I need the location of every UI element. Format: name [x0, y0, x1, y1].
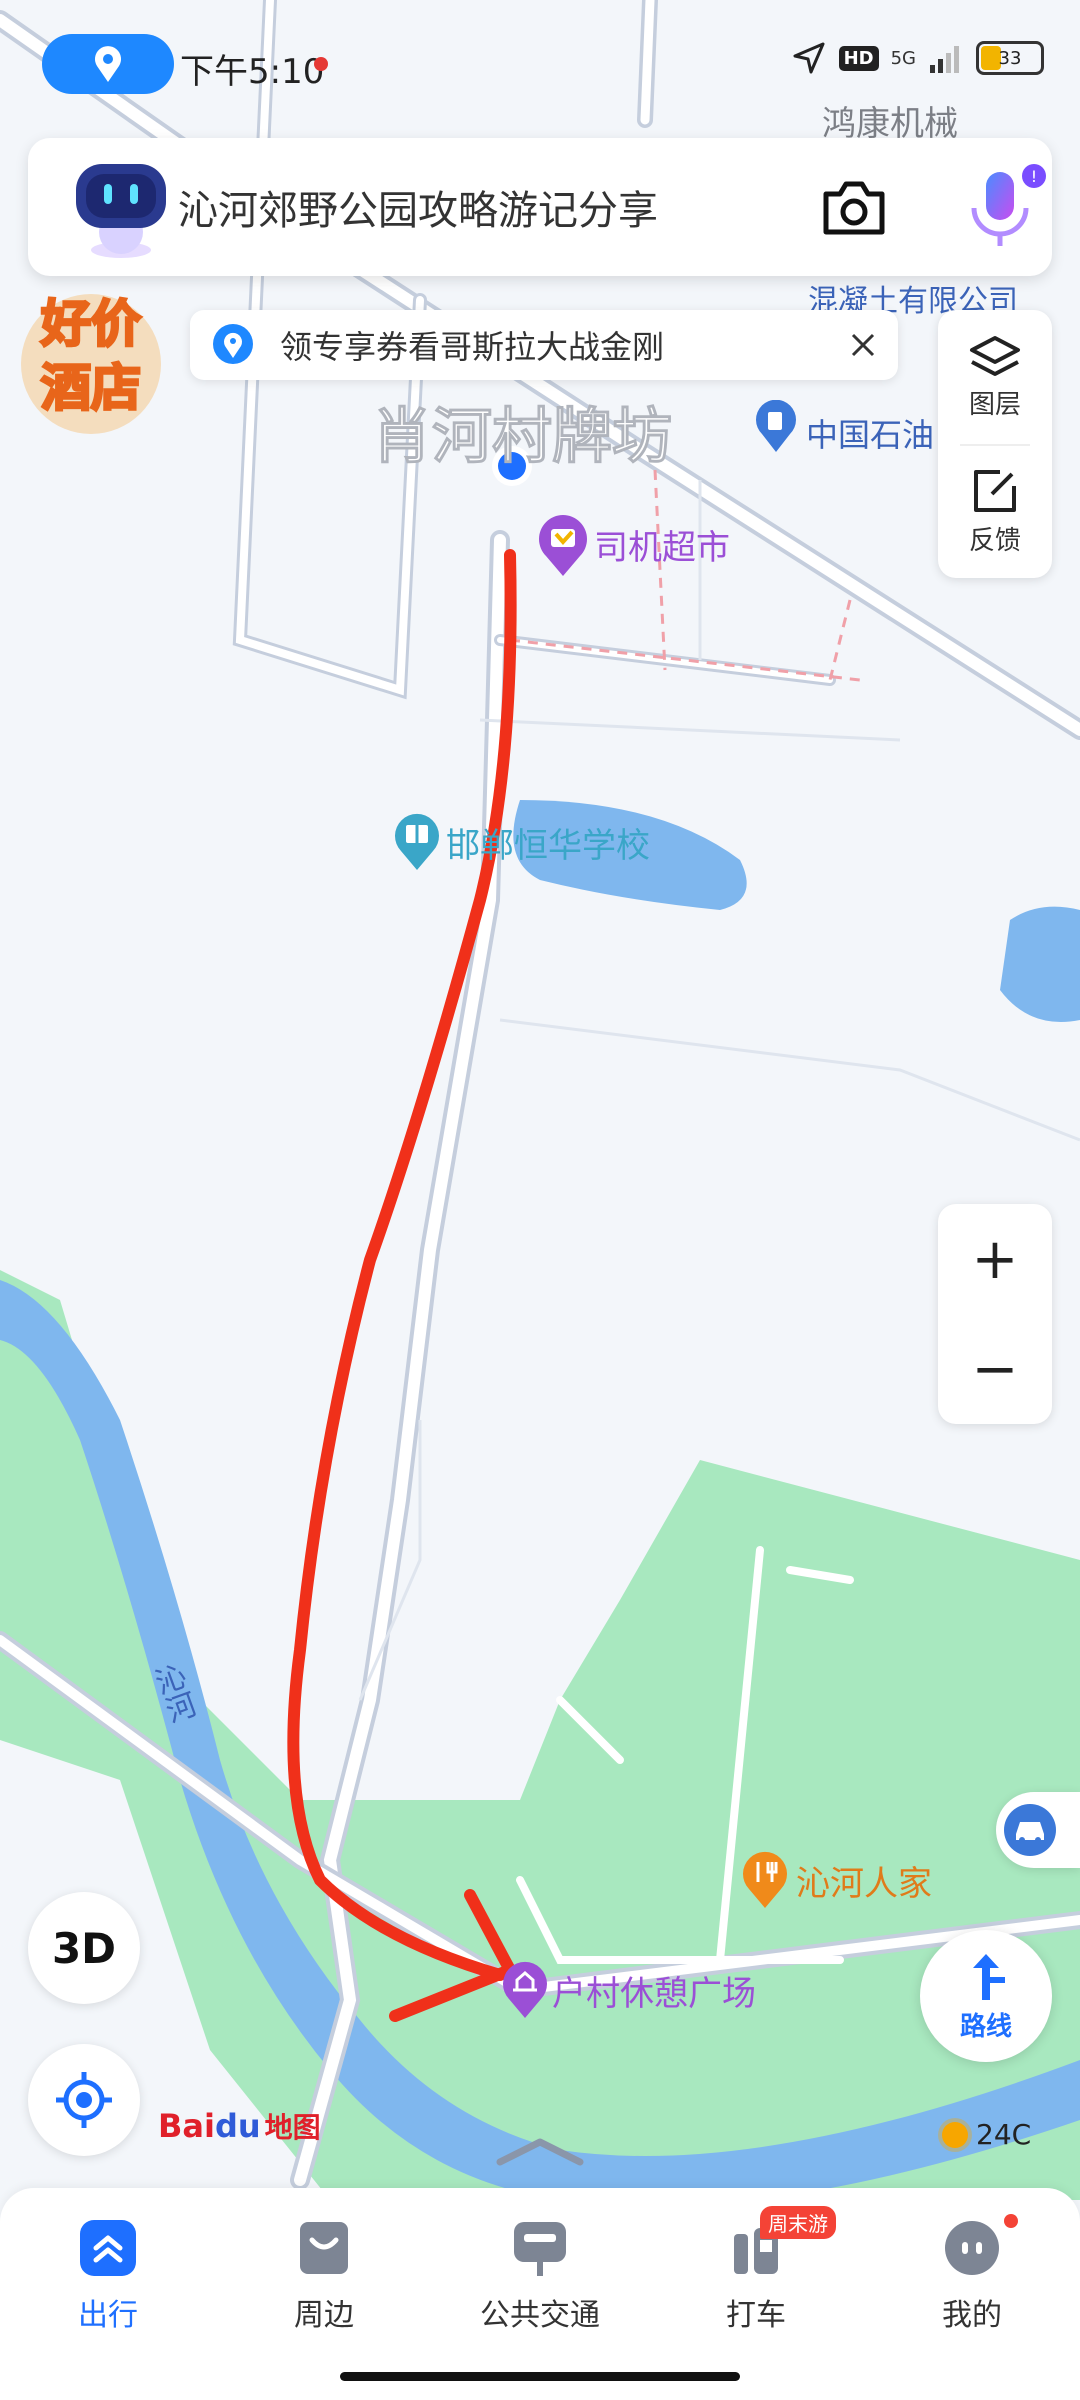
assistant-robot-icon[interactable] [66, 152, 176, 262]
svg-text:!: ! [1031, 167, 1037, 186]
route-label: 路线 [959, 2011, 1012, 2042]
search-bar[interactable]: 沁河郊野公园攻略游记分享 ! [28, 138, 1052, 276]
label-qinhe-renjia: 沁河人家 [796, 1864, 932, 1904]
nav-item-taxi[interactable]: 周末游 打车 [648, 2206, 864, 2346]
status-icons: HD 5G 33 [791, 40, 1044, 76]
home-indicator[interactable] [340, 2372, 740, 2381]
recording-indicator-icon [314, 57, 328, 71]
nav-label-taxi: 打车 [726, 2298, 786, 2333]
restaurant-icon[interactable] [740, 1850, 790, 1908]
search-input[interactable]: 沁河郊野公园攻略游记分享 [178, 178, 658, 236]
school-icon[interactable] [392, 812, 442, 870]
location-pin-icon [213, 324, 253, 364]
label-siji: 司机超市 [594, 528, 730, 568]
network-label: 5G [890, 47, 916, 69]
nav-label-nearby: 周边 [294, 2298, 354, 2333]
voice-input-icon[interactable]: ! [952, 160, 1048, 256]
supermarket-icon[interactable] [536, 514, 590, 576]
location-sharing-pill[interactable] [42, 34, 174, 94]
expand-panel-handle-icon[interactable] [490, 2134, 590, 2168]
location-pin-icon [95, 46, 121, 82]
feedback-edit-icon [974, 469, 1016, 512]
bus-stop-icon [508, 2216, 572, 2280]
camera-icon[interactable] [818, 172, 890, 244]
coupon-notice-banner[interactable]: 领专享券看哥斯拉大战金刚 [190, 310, 898, 380]
hd-badge: HD [838, 45, 879, 71]
feedback-label: 反馈 [968, 525, 1021, 556]
battery-icon: 33 [976, 41, 1044, 75]
gas-station-icon[interactable] [754, 399, 798, 452]
nav-label-profile: 我的 [942, 2298, 1002, 2333]
zoom-in-button[interactable]: + [938, 1204, 1052, 1314]
bottom-navigation: 出行 周边 公共交通 周末游 打车 我的 [0, 2188, 1080, 2400]
zoom-control: + − [938, 1204, 1052, 1424]
sun-icon [942, 2121, 968, 2148]
layers-label: 图层 [968, 389, 1021, 420]
hotel-promo-badge[interactable]: 好价 酒店 [14, 292, 168, 436]
notice-text: 领专享券看哥斯拉大战金刚 [280, 328, 665, 366]
nav-item-transit[interactable]: 公共交通 [432, 2216, 648, 2346]
nav-label-transit: 公共交通 [480, 2298, 600, 2333]
battery-level: 33 [998, 47, 1022, 69]
navigation-arrow-icon [793, 42, 825, 74]
nearby-icon [292, 2216, 356, 2280]
weather-widget[interactable]: 24C [942, 2118, 1031, 2151]
notification-dot [1004, 2214, 1018, 2228]
weekend-trip-badge: 周末游 [760, 2206, 836, 2239]
zoom-out-button[interactable]: − [938, 1314, 1052, 1424]
label-xiaohe-arch: 肖河村牌坊 [372, 402, 673, 473]
profile-avatar-icon [940, 2216, 1004, 2280]
car-icon [1004, 1804, 1056, 1856]
weather-temp: 24C [976, 2118, 1032, 2151]
brand-part2: du [214, 2107, 261, 2145]
route-arrow-icon [973, 1953, 1005, 2000]
promo-line2: 酒店 [40, 358, 143, 419]
map-tools-panel: 图层 反馈 [938, 310, 1052, 578]
layers-button[interactable]: 图层 [938, 310, 1052, 444]
brand-part3: 地图 [264, 2111, 321, 2144]
label-sinopec: 中国石油 [806, 416, 935, 454]
close-icon[interactable] [850, 332, 876, 358]
layers-icon [970, 335, 1020, 376]
plaza-icon[interactable] [500, 1960, 550, 2018]
label-xiuxi: 户村休憩广场 [552, 1974, 756, 2014]
signal-icon [930, 46, 959, 73]
brand-part1: Bai [158, 2107, 215, 2145]
nav-item-travel[interactable]: 出行 [0, 2216, 216, 2346]
feedback-button[interactable]: 反馈 [938, 444, 1052, 578]
travel-icon [76, 2216, 140, 2280]
status-time: 下午5:10 [180, 52, 325, 92]
toggle-3d-button[interactable]: 3D [28, 1892, 140, 2004]
route-button[interactable]: 路线 [920, 1930, 1052, 2062]
nav-label-travel: 出行 [78, 2298, 138, 2333]
promo-line1: 好价 [40, 294, 143, 355]
label-school: 邯郸恒华学校 [446, 826, 650, 866]
driving-mode-button[interactable] [996, 1792, 1080, 1868]
nav-item-nearby[interactable]: 周边 [216, 2216, 432, 2346]
baidu-map-logo: Baidu 地图 [158, 2106, 321, 2146]
crosshair-icon [56, 2072, 112, 2128]
nav-item-profile[interactable]: 我的 [864, 2214, 1080, 2346]
locate-me-button[interactable] [28, 2044, 140, 2156]
